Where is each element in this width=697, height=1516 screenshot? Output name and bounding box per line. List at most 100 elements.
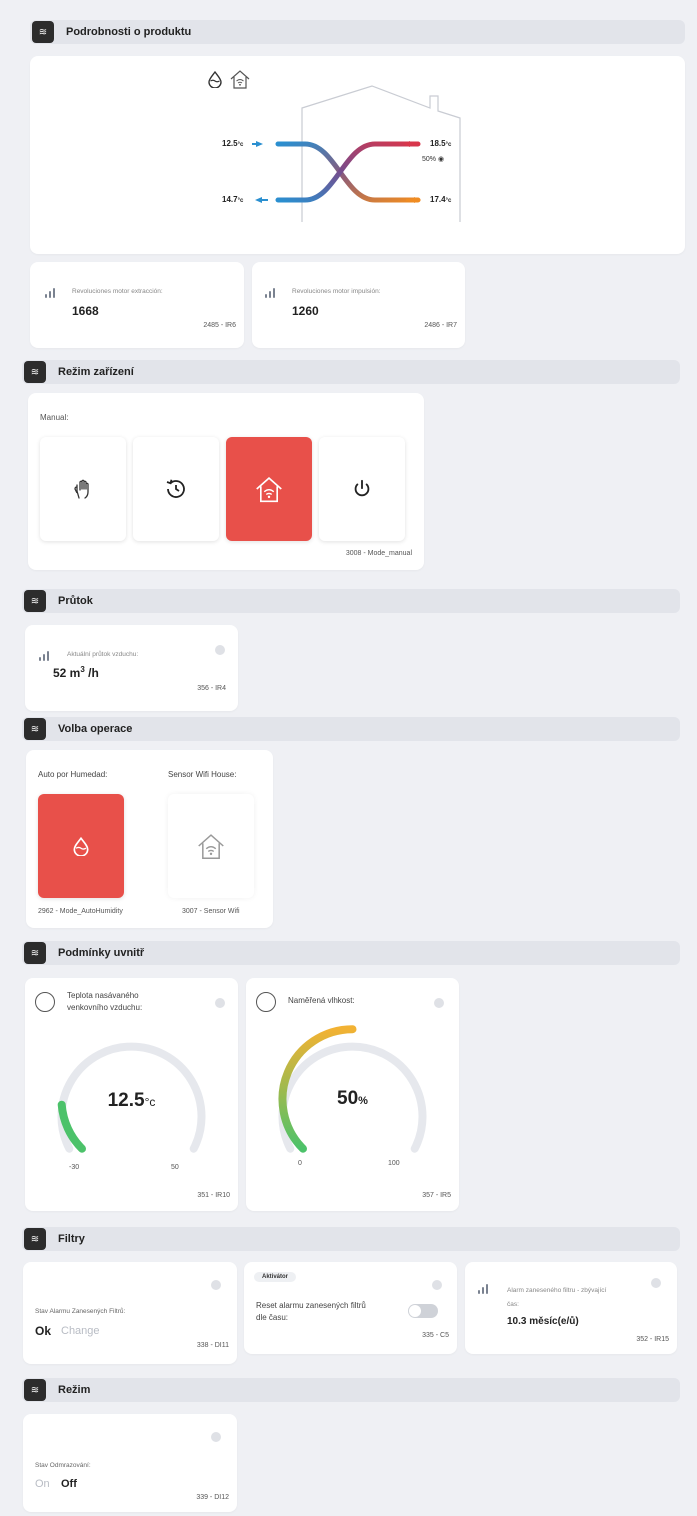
filter-alarm-card: Stav Alarmu Zanesených Filtrů: Ok Change…	[23, 1262, 237, 1364]
mode-manual-button[interactable]	[40, 437, 126, 541]
register-code: 352 - IR15	[636, 1336, 669, 1343]
defrost-label: Stav Odmrazování:	[35, 1462, 91, 1469]
operation-card: Auto por Humedad: Sensor Wifi House: 296…	[26, 750, 273, 928]
mode-schedule-button[interactable]	[133, 437, 219, 541]
reset-label: Reset alarmu zanesených filtrů dle času:	[256, 1301, 366, 1322]
humidity-drop-icon	[206, 70, 224, 89]
gauge-max: 100	[388, 1160, 400, 1167]
toggle-knob	[409, 1305, 421, 1317]
register-code: 2486 - IR7	[424, 322, 457, 329]
section-header-mode[interactable]: ≋ Režim	[22, 1378, 680, 1402]
gauge-min: 0	[298, 1160, 302, 1167]
motor-label: Revoluciones motor extracción:	[72, 288, 163, 295]
flow-value: 52 m3 /h	[53, 665, 99, 680]
motor-label: Revoluciones motor impulsión:	[292, 288, 381, 295]
section-title: Režim zařízení	[58, 366, 134, 378]
info-dot[interactable]	[651, 1278, 661, 1288]
register-code: 356 - IR4	[197, 685, 226, 692]
motor-value: 1260	[292, 304, 319, 318]
section-header-device-mode[interactable]: ≋ Režim zařízení	[22, 360, 680, 384]
signal-bars-icon	[45, 288, 57, 298]
sensor-wifi-button[interactable]	[168, 794, 254, 898]
gauge-max: 50	[171, 1164, 179, 1171]
humidity-drop-icon	[73, 836, 89, 856]
motor-value: 1668	[72, 304, 99, 318]
filter-alarm-label: Stav Alarmu Zanesených Filtrů:	[35, 1308, 126, 1315]
section-header-operation[interactable]: ≋ Volba operace	[22, 717, 680, 741]
filter-remaining-card: Alarm zaneseného filtru - zbývající čas: …	[465, 1262, 677, 1354]
section-header-filters[interactable]: ≋ Filtry	[22, 1227, 680, 1251]
section-title: Volba operace	[58, 723, 133, 735]
motor-extraction-card: Revoluciones motor extracción: 1668 2485…	[30, 262, 244, 348]
info-dot[interactable]	[432, 1280, 442, 1290]
flow-path-b	[275, 141, 421, 203]
temp-in-left: 12.5°c	[222, 139, 244, 148]
section-toggle-icon[interactable]: ≋	[24, 590, 46, 612]
section-header-product[interactable]: ≋ Podrobnosti o produktu	[30, 20, 685, 44]
flow-path-a	[275, 141, 421, 203]
defrost-off-option[interactable]: Off	[61, 1478, 77, 1490]
register-code: 2962 - Mode_AutoHumidity	[38, 908, 123, 915]
reset-toggle[interactable]	[408, 1304, 438, 1318]
manual-label: Manual:	[40, 413, 69, 422]
hand-icon	[74, 479, 89, 499]
sensor-wifi-label: Sensor Wifi House:	[168, 770, 237, 779]
temp-out-right: 17.4°c	[430, 195, 452, 204]
humidity-value: 50%	[337, 1088, 368, 1109]
info-dot[interactable]	[211, 1280, 221, 1290]
register-code: 339 - DI12	[196, 1494, 229, 1501]
temp-in-right: 18.5°c	[430, 139, 452, 148]
section-title: Podrobnosti o produktu	[66, 26, 192, 38]
humidity-drop-small-icon: ◉	[437, 156, 445, 163]
register-code: 3007 - Sensor Wifi	[182, 908, 240, 915]
flow-card: Aktuální průtok vzduchu: 52 m3 /h 356 - …	[25, 625, 238, 711]
info-dot[interactable]	[211, 1432, 221, 1442]
section-toggle-icon[interactable]: ≋	[24, 942, 46, 964]
section-toggle-icon[interactable]: ≋	[24, 1379, 46, 1401]
motor-impulsion-card: Revoluciones motor impulsión: 1260 2486 …	[252, 262, 465, 348]
wifi-house-icon	[198, 834, 224, 860]
power-icon	[354, 479, 370, 497]
section-toggle-icon[interactable]: ≋	[32, 21, 54, 43]
register-code: 2485 - IR6	[203, 322, 236, 329]
auto-humidity-button[interactable]	[38, 794, 124, 898]
humidity-gauge-card: Naměřená vlhkost: 50% 0 100 357 - IR5	[246, 978, 459, 1211]
filter-reset-card: Aktivátor Reset alarmu zanesených filtrů…	[244, 1262, 457, 1354]
temperature-gauge-card: Teplota nasávaného venkovního vzduchu: 12…	[25, 978, 238, 1211]
gauge-min: -30	[69, 1164, 80, 1171]
info-dot[interactable]	[215, 645, 225, 655]
register-code: 351 - IR10	[197, 1192, 230, 1199]
section-title: Filtry	[58, 1233, 85, 1245]
temp-out-left: 14.7°c	[222, 195, 244, 204]
signal-bars-icon	[39, 651, 51, 661]
section-header-flow[interactable]: ≋ Průtok	[22, 589, 680, 613]
history-clock-icon	[166, 479, 185, 498]
activator-badge: Aktivátor	[254, 1272, 297, 1282]
device-mode-card: Manual: 3008 - Mode_manual	[28, 393, 424, 570]
ventilation-diagram	[252, 85, 461, 222]
section-toggle-icon[interactable]: ≋	[24, 1228, 46, 1250]
flow-label: Aktuální průtok vzduchu:	[67, 651, 139, 658]
filter-alarm-value: Ok	[35, 1324, 52, 1338]
wifi-house-icon	[229, 68, 251, 90]
product-diagram-card: 12.5°c 14.7°c 18.5°c 50% ◉ 17.4°c	[30, 56, 685, 254]
auto-humidity-label: Auto por Humedad:	[38, 770, 108, 779]
section-title: Režim	[58, 1384, 91, 1396]
signal-bars-icon	[478, 1284, 490, 1294]
register-code: 335 - C5	[422, 1332, 449, 1339]
change-link[interactable]: Change	[61, 1325, 100, 1337]
defrost-card: Stav Odmrazování: On Off 339 - DI12	[23, 1414, 237, 1512]
section-toggle-icon[interactable]: ≋	[24, 361, 46, 383]
register-code: 357 - IR5	[422, 1192, 451, 1199]
section-toggle-icon[interactable]: ≋	[24, 718, 46, 740]
mode-power-button[interactable]	[319, 437, 405, 541]
section-title: Podmínky uvnitř	[58, 947, 145, 959]
defrost-on-option[interactable]: On	[35, 1478, 50, 1490]
signal-bars-icon	[265, 288, 277, 298]
register-code: 338 - DI11	[196, 1342, 229, 1349]
section-title: Průtok	[58, 595, 93, 607]
remaining-label: Alarm zaneseného filtru - zbývající čas:	[507, 1287, 607, 1308]
humidity-right: 50% ◉	[422, 156, 445, 163]
mode-wifi-house-button[interactable]	[226, 437, 312, 541]
section-header-indoor[interactable]: ≋ Podmínky uvnitř	[22, 941, 680, 965]
